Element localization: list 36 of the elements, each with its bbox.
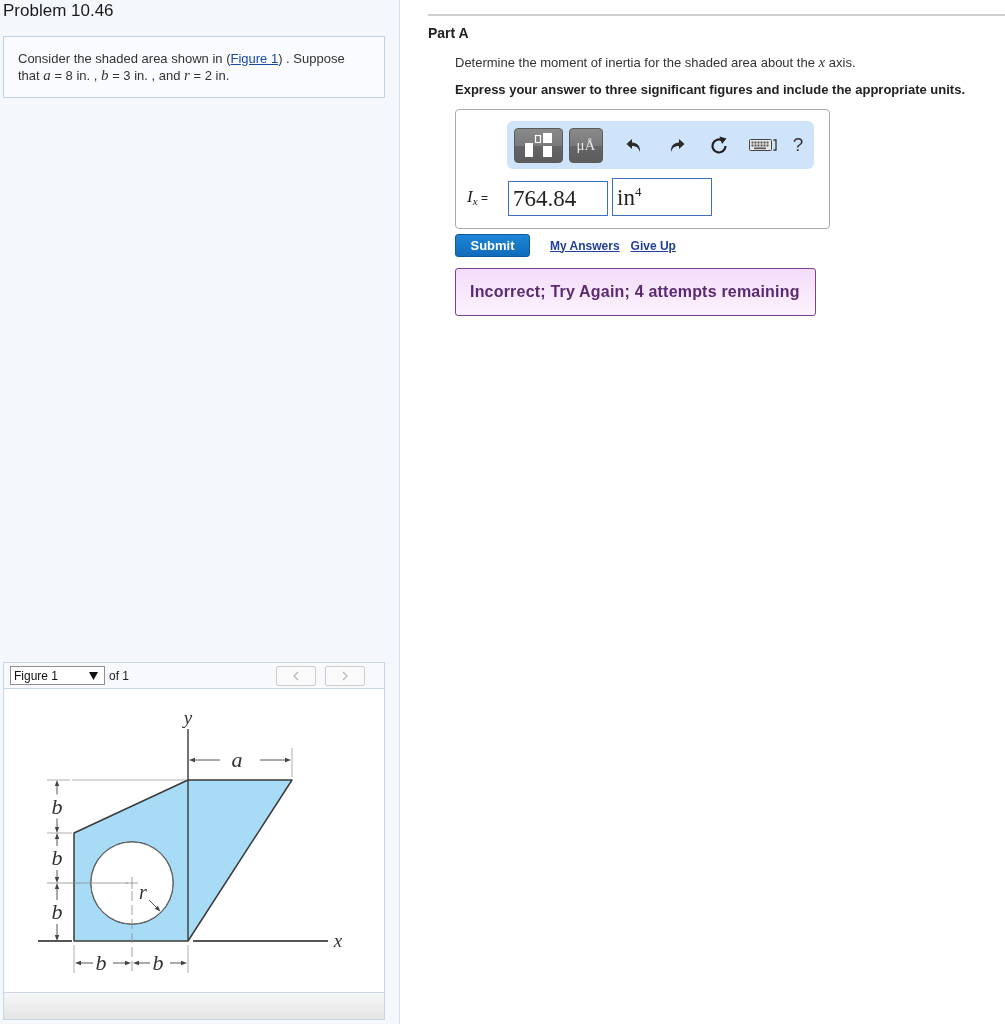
dimension-label: b: [95, 950, 107, 975]
y-axis-label: y: [183, 707, 193, 728]
redo-icon: [668, 137, 685, 153]
chevron-right-icon: [341, 670, 349, 681]
keyboard-icon: [748, 138, 777, 152]
part-title: Part A: [428, 24, 469, 42]
fraction-template-icon: [523, 133, 554, 157]
problem-statement: Consider the shaded area shown in (Figure 1) . Suppose that a = 8 in. , b = 3 in. , and r = 2 in.: [18, 50, 346, 84]
dimension-label: b: [51, 899, 63, 924]
templates-button[interactable]: [514, 127, 563, 163]
answer-units-field[interactable]: in$^{4}$: [612, 178, 712, 216]
dimension-label: a: [231, 747, 243, 772]
give-up-link[interactable]: Give Up: [630, 238, 676, 253]
radius-arrow: [148, 899, 161, 912]
dimension-label: b: [51, 793, 63, 819]
x-axis-label: x: [333, 930, 343, 951]
figure-link[interactable]: Figure 1: [230, 51, 279, 66]
units-button[interactable]: μÅ: [569, 127, 603, 163]
reset-icon: [710, 135, 729, 155]
caret-icon: [89, 671, 98, 680]
feedback-message: Incorrect; Try Again; 4 attempts remaining: [455, 268, 816, 316]
radius-label: r: [139, 881, 147, 903]
answer-label: I$_{x}$ =: [467, 186, 489, 208]
submit-button[interactable]: Submit: [455, 234, 530, 257]
dimension-label: b: [152, 950, 164, 975]
answer-value-field[interactable]: 764.84: [508, 181, 608, 216]
question-text: Determine the moment of inertia for the shaded area about the x axis.: [455, 54, 857, 71]
undo-icon: [625, 137, 642, 153]
my-answers-link[interactable]: My Answers: [550, 238, 620, 253]
dimension-label: b: [51, 845, 63, 870]
instruction-text: Express your answer to three significant figures and include the appropriate units.: [455, 82, 966, 98]
chevron-left-icon: [292, 670, 300, 681]
figure-select[interactable]: Figure 1: [10, 666, 105, 685]
problem-title: Problem 10.46: [3, 0, 114, 22]
figure-count: of 1: [109, 668, 129, 683]
help-button[interactable]: ?: [784, 127, 812, 163]
